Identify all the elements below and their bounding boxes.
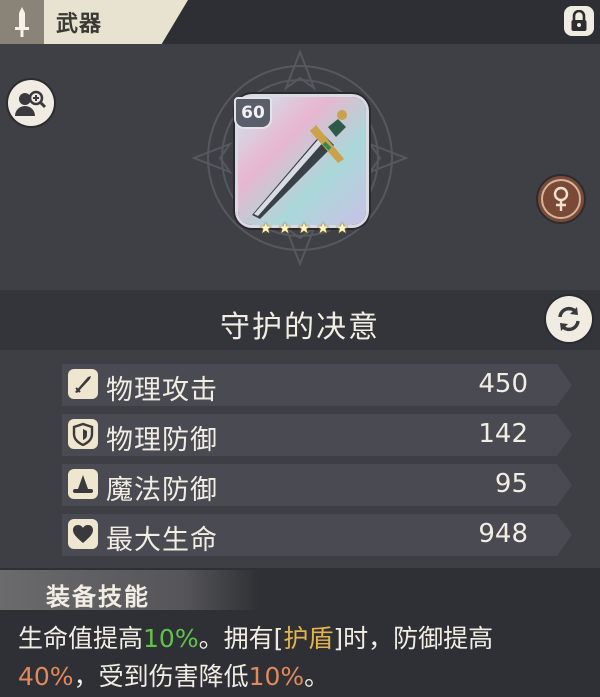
stat-value: 450 [478, 369, 528, 399]
faction-emblem-button[interactable] [538, 176, 584, 222]
stat-label: 最大生命 [106, 525, 218, 556]
stat-row-max-hp: 最大生命 948 [62, 514, 572, 556]
skill-text: 。拥有[ [198, 624, 284, 653]
view-user-button[interactable] [8, 80, 54, 126]
skill-description: 生命值提高10%。拥有[护盾]时，防御提高 40%，受到伤害降低10%。 [18, 620, 592, 696]
skill-text: ]时，防御提高 [333, 624, 494, 653]
stat-label: 物理攻击 [106, 375, 218, 406]
item-name: 守护的决意 [220, 310, 380, 345]
stat-row-magic-defense: 魔法防御 95 [62, 464, 572, 506]
item-level-badge: 60 [234, 97, 272, 129]
user-search-icon [15, 90, 47, 116]
skill-keyword-shield[interactable]: 护盾 [283, 624, 333, 653]
stat-label: 魔法防御 [106, 475, 218, 506]
header-bar: 武器 [0, 0, 600, 44]
star-icon: ★ [259, 219, 273, 237]
sword-tab-icon [0, 0, 44, 44]
swap-arrows-icon [558, 306, 580, 332]
lock-icon[interactable] [564, 6, 594, 36]
wizard-hat-icon [68, 469, 98, 499]
skill-value-damage-reduction: 10% [248, 662, 305, 691]
tab-title: 武器 [56, 12, 103, 37]
stat-value: 142 [478, 419, 528, 449]
sword-icon [68, 369, 98, 399]
star-icon: ★ [316, 219, 330, 237]
skill-title: 装备技能 [46, 583, 150, 611]
skill-value-hp: 10% [143, 624, 199, 653]
stat-value: 948 [478, 519, 528, 549]
stat-row-physical-attack: 物理攻击 450 [62, 364, 572, 406]
stat-label: 物理防御 [106, 425, 218, 456]
stat-value: 95 [494, 469, 528, 499]
stat-row-physical-defense: 物理防御 142 [62, 414, 572, 456]
skill-text: 。 [304, 662, 330, 691]
shield-icon [68, 419, 98, 449]
star-rating: ★ ★ ★ ★ ★ [259, 221, 349, 236]
star-icon: ★ [278, 219, 292, 237]
heart-icon [68, 519, 98, 549]
faction-crest-icon [553, 186, 569, 211]
skill-text: 生命值提高 [18, 624, 144, 653]
star-icon: ★ [335, 219, 349, 237]
item-name-bar: 守护的决意 [0, 290, 600, 350]
skill-value-defense: 40% [18, 662, 74, 691]
skill-text: ，受到伤害降低 [73, 662, 249, 691]
switch-button[interactable] [546, 296, 592, 342]
star-icon: ★ [297, 219, 311, 237]
